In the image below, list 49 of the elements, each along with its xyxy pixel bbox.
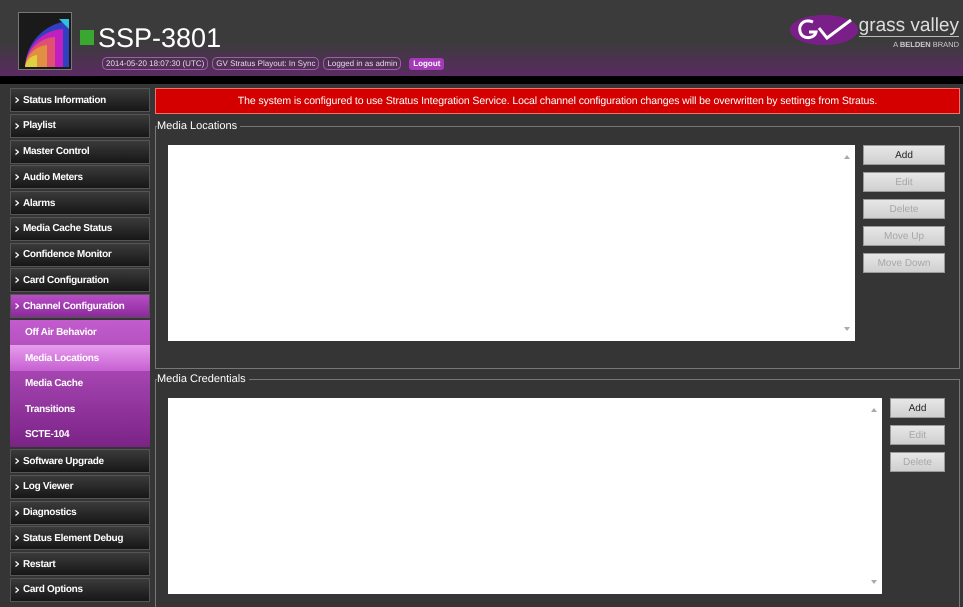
sidebar-subitem[interactable]: Off Air Behavior: [10, 320, 150, 346]
sidebar-item[interactable]: Software Upgrade: [10, 449, 150, 473]
device-title: SSP-3801: [98, 23, 222, 53]
status-pill: Logged in as admin: [323, 57, 402, 70]
sidebar-item[interactable]: Playlist: [10, 114, 150, 138]
chevron-icon: [15, 148, 19, 154]
chevron-icon: [15, 586, 19, 593]
brand-logo-icon: [788, 12, 859, 48]
chevron-icon: [15, 97, 19, 103]
logout-button[interactable]: Logout: [409, 58, 444, 70]
sidebar-item[interactable]: Status Element Debug: [10, 526, 150, 550]
sidebar-item[interactable]: Card Configuration: [10, 268, 150, 292]
sidebar-item[interactable]: Status Information: [10, 88, 150, 112]
chevron-icon: [15, 277, 19, 284]
sidebar-item[interactable]: Restart: [10, 552, 150, 576]
scroll-up-icon[interactable]: [844, 155, 850, 159]
sidebar-subitem[interactable]: SCTE-104: [10, 422, 150, 448]
sidebar-item[interactable]: Master Control: [10, 140, 150, 164]
chevron-icon: [15, 561, 19, 567]
warning-banner: The system is configured to use Stratus Integration Service. Local channel configuration changes will be overwritten by settings from Stratus.: [155, 88, 960, 114]
sidebar-subitem[interactable]: Media Cache: [10, 370, 150, 396]
logo-icon: [18, 12, 72, 70]
scroll-up-icon[interactable]: [871, 408, 877, 412]
sidebar-item[interactable]: Media Cache Status: [10, 216, 150, 241]
chevron-icon: [15, 535, 19, 542]
status-pill: 2014-05-20 18:07:30 (UTC): [102, 57, 208, 70]
sidebar-item[interactable]: Alarms: [10, 191, 150, 215]
panel-button[interactable]: Add: [890, 398, 945, 418]
chevron-icon: [15, 303, 19, 309]
chevron-icon: [15, 122, 19, 129]
sidebar-item[interactable]: Audio Meters: [10, 165, 150, 190]
chevron-icon: [15, 510, 19, 516]
panel-button[interactable]: Add: [863, 145, 945, 165]
brand-name: grass valley: [858, 16, 959, 36]
chevron-icon: [15, 458, 19, 464]
scroll-down-icon[interactable]: [844, 327, 850, 331]
chevron-icon: [15, 200, 19, 206]
sidebar-item[interactable]: Confidence Monitor: [10, 242, 150, 266]
chevron-icon: [15, 174, 19, 180]
chevron-icon: [15, 226, 19, 232]
chevron-icon: [15, 484, 19, 490]
sidebar-item[interactable]: Card Options: [10, 578, 150, 602]
status-pill: GV Stratus Playout: In Sync: [212, 57, 320, 70]
scroll-down-icon[interactable]: [871, 580, 877, 584]
sidebar-item[interactable]: Diagnostics: [10, 500, 150, 524]
sidebar-subitem[interactable]: Transitions: [10, 396, 150, 422]
sidebar-item[interactable]: Log Viewer: [10, 474, 150, 499]
chevron-icon: [15, 252, 19, 258]
sidebar-item[interactable]: Channel Configuration: [10, 294, 150, 318]
